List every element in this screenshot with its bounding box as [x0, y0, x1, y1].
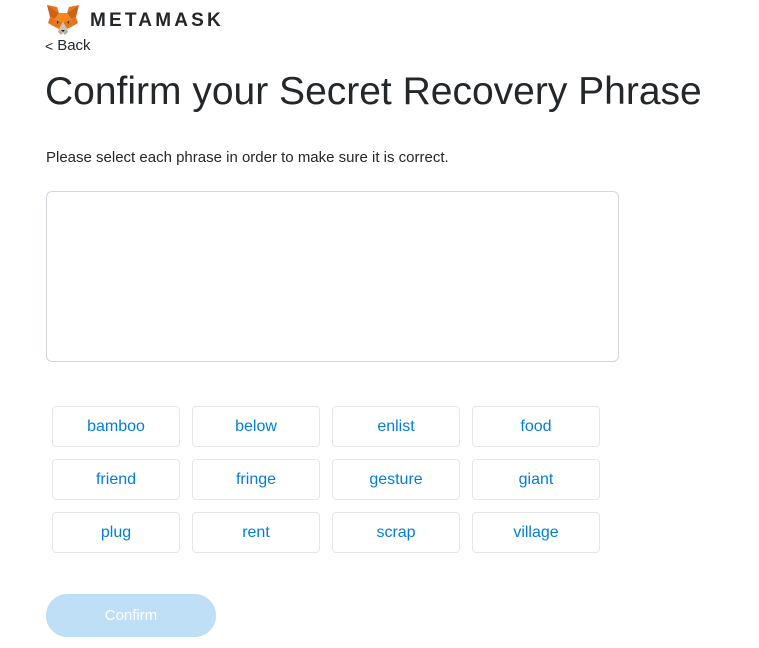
- back-link[interactable]: < Back: [45, 37, 91, 54]
- back-label: Back: [57, 37, 91, 54]
- instruction-text: Please select each phrase in order to ma…: [46, 149, 449, 166]
- brand-header: METAMASK: [46, 4, 224, 36]
- word-option-button[interactable]: village: [472, 512, 600, 553]
- chevron-left-icon: <: [45, 37, 54, 54]
- word-option-button[interactable]: below: [192, 406, 320, 447]
- selected-phrase-area[interactable]: [46, 191, 619, 362]
- word-option-button[interactable]: food: [472, 406, 600, 447]
- word-option-button[interactable]: giant: [472, 459, 600, 500]
- word-option-button[interactable]: rent: [192, 512, 320, 553]
- word-option-button[interactable]: gesture: [332, 459, 460, 500]
- fox-icon: [47, 5, 79, 35]
- word-option-button[interactable]: plug: [52, 512, 180, 553]
- confirm-button[interactable]: Confirm: [46, 594, 216, 637]
- word-option-button[interactable]: bamboo: [52, 406, 180, 447]
- word-option-button[interactable]: enlist: [332, 406, 460, 447]
- word-option-button[interactable]: friend: [52, 459, 180, 500]
- brand-wordmark: METAMASK: [90, 9, 224, 31]
- page-title: Confirm your Secret Recovery Phrase: [45, 70, 702, 113]
- word-option-button[interactable]: scrap: [332, 512, 460, 553]
- word-option-button[interactable]: fringe: [192, 459, 320, 500]
- confirm-recovery-phrase-page: METAMASK < Back Confirm your Secret Reco…: [0, 0, 759, 648]
